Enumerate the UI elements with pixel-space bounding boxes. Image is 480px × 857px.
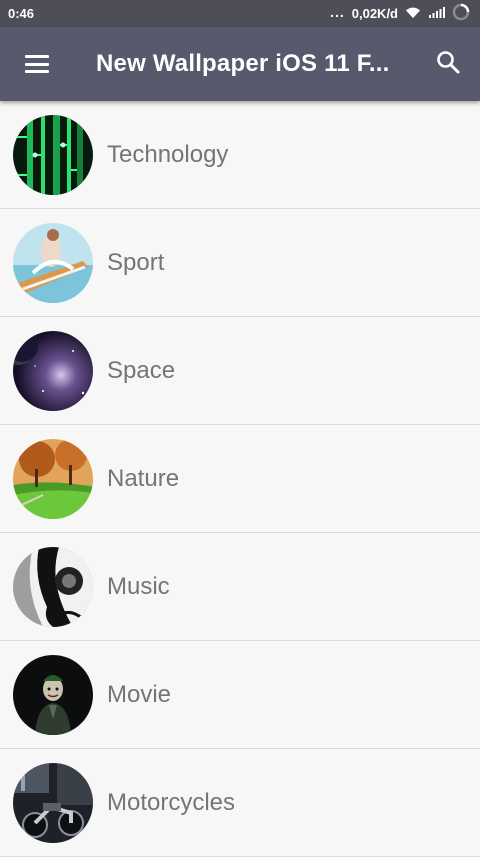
search-button[interactable] xyxy=(416,27,480,101)
category-item-motorcycles[interactable]: Motorcycles xyxy=(0,749,480,857)
category-label: Nature xyxy=(107,464,180,492)
category-item-music[interactable]: Music xyxy=(0,533,480,641)
category-list: Technology Sport Space Nature Music Movi… xyxy=(0,101,480,857)
category-item-movie[interactable]: Movie xyxy=(0,641,480,749)
category-label: Music xyxy=(107,572,170,600)
space-thumbnail xyxy=(13,330,93,411)
app-toolbar: New Wallpaper iOS 11 F... xyxy=(0,27,480,101)
category-label: Technology xyxy=(107,140,229,168)
category-label: Sport xyxy=(107,248,165,276)
technology-thumbnail xyxy=(13,114,93,195)
menu-button[interactable] xyxy=(0,27,74,101)
motorcycles-thumbnail xyxy=(13,762,93,843)
movie-thumbnail xyxy=(13,654,93,735)
category-item-nature[interactable]: Nature xyxy=(0,425,480,533)
nature-thumbnail xyxy=(13,438,93,519)
status-bar: 0:46 ... 0,02K/d xyxy=(0,0,480,27)
status-right: ... 0,02K/d xyxy=(330,3,470,24)
menu-icon xyxy=(25,55,49,73)
music-thumbnail xyxy=(13,546,93,627)
signal-icon xyxy=(428,6,445,21)
network-speed: 0,02K/d xyxy=(351,6,398,21)
wifi-icon xyxy=(405,6,421,22)
category-item-sport[interactable]: Sport xyxy=(0,209,480,317)
status-dots: ... xyxy=(330,3,345,20)
sport-thumbnail xyxy=(13,222,93,303)
category-item-space[interactable]: Space xyxy=(0,317,480,425)
category-label: Movie xyxy=(107,680,172,708)
status-time: 0:46 xyxy=(8,6,35,21)
search-icon xyxy=(435,49,461,80)
category-label: Space xyxy=(107,356,176,384)
category-item-technology[interactable]: Technology xyxy=(0,101,480,209)
loading-icon xyxy=(452,3,470,24)
category-label: Motorcycles xyxy=(107,788,236,816)
page-title: New Wallpaper iOS 11 F... xyxy=(96,50,390,77)
